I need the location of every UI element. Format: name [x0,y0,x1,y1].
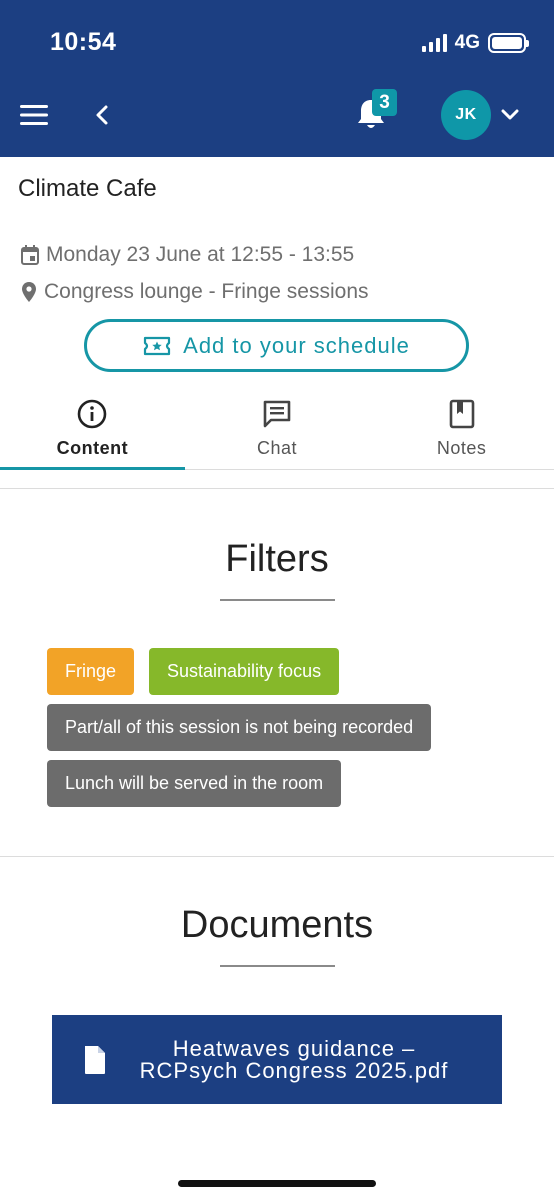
back-button[interactable] [90,100,116,130]
session-date-time: Monday 23 June at 12:55 - 13:55 [46,243,355,266]
notification-badge[interactable]: 3 [372,89,397,116]
document-name: Heatwaves guidance – RCPsych Congress 20… [108,1035,502,1083]
signal-icon [421,34,447,52]
document-name-line-2: RCPsych Congress 2025.pdf [139,1057,449,1083]
tab-notes[interactable]: Notes [369,390,554,469]
add-to-schedule-button[interactable]: Add to your schedule [84,319,469,372]
session-location-row: Congress lounge - Fringe sessions [20,280,369,304]
account-menu-toggle[interactable] [499,106,521,124]
menu-button[interactable] [20,104,48,126]
status-time: 10:54 [50,28,117,56]
session-tabs: Content Chat Notes [0,390,554,470]
tab-notes-label: Notes [436,438,487,458]
ticket-star-icon [144,336,171,355]
app-header: 10:54 4G 3 JK [0,0,554,157]
tab-chat-label: Chat [256,438,298,458]
location-pin-icon [22,282,36,302]
documents-heading-underline [220,965,335,967]
battery-icon [488,33,529,53]
tag-lunch-served: Lunch will be served in the room [47,760,342,807]
session-title: Climate Cafe [18,175,157,202]
documents-heading: Documents [180,904,374,946]
avatar[interactable]: JK [441,90,491,140]
filters-heading-underline [220,599,335,601]
calendar-icon [21,245,39,265]
document-name-line-1: Heatwaves guidance – [172,1035,416,1061]
chevron-down-icon [501,109,519,120]
home-indicator[interactable] [178,1180,376,1187]
tag-not-recorded: Part/all of this session is not being re… [47,704,432,751]
file-icon [85,1045,105,1074]
filters-heading: Filters [225,538,329,580]
tag-sustainability-focus: Sustainability focus [149,648,340,695]
content-top-divider [0,488,554,489]
session-date-row: Monday 23 June at 12:55 - 13:55 [20,243,354,267]
status-indicators: 4G [421,32,529,54]
hamburger-icon [20,105,48,125]
document-download-button[interactable]: Heatwaves guidance – RCPsych Congress 20… [52,1015,502,1104]
tab-chat[interactable]: Chat [185,390,370,469]
tab-content-label: Content [56,438,129,458]
tab-content[interactable]: Content [0,390,185,470]
chat-icon [263,400,291,428]
section-divider [0,856,554,857]
session-location: Congress lounge - Fringe sessions [44,280,369,303]
tag-fringe: Fringe [47,648,135,695]
network-type: 4G [454,32,480,53]
chevron-left-icon [96,105,108,125]
bookmark-icon [449,399,474,429]
info-icon [78,399,107,429]
add-to-schedule-label: Add to your schedule [183,332,410,358]
